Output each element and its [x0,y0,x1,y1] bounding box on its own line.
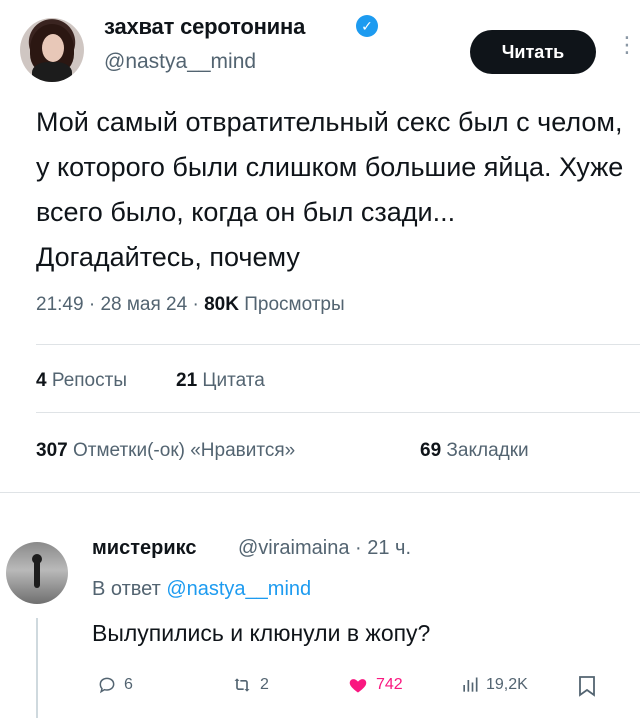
views-count-reply: 19,2K [486,676,528,693]
bookmark-icon [579,676,595,697]
tweet-date: 28 мая 24 [100,294,188,315]
bookmarks-label: Закладки [446,440,529,461]
thread-line [36,618,38,718]
heart-icon [349,679,367,693]
bookmarks-count: 69 [420,440,442,461]
avatar-figure [34,558,40,588]
views-action[interactable]: 19,2K [460,675,528,695]
divider [36,412,640,413]
author-name[interactable]: захват серотонина [104,14,305,40]
author-handle[interactable]: @nastya__mind [104,50,256,74]
reply-author-handle[interactable]: @viraimaina [238,537,349,559]
retweet-icon [234,678,250,692]
bookmarks-stat[interactable]: 69 Закладки [420,440,529,462]
tweet-time: 21:49 [36,294,84,315]
likes-stat[interactable]: 307 Отметки(-ок) «Нравится» [36,440,295,462]
avatar-face [42,34,64,62]
follow-button[interactable]: Читать [470,30,596,74]
retweet-action[interactable]: 2 [230,675,269,695]
reply-prefix: В ответ [92,578,161,600]
meta-separator: · [355,537,362,559]
reply-author-name[interactable]: мистерикс [92,537,197,560]
views-count: 80K [204,294,239,315]
quotes-label: Цитата [202,370,265,391]
divider [0,492,640,493]
reply-icon [99,677,115,694]
bookmark-action[interactable] [578,675,596,697]
reply-time[interactable]: 21 ч. [367,537,411,559]
tweet-meta: 21:49 · 28 мая 24 · 80K Просмотры [36,294,345,316]
avatar-body [32,62,72,82]
more-icon[interactable]: ⋮ [616,34,638,56]
tweet-text: Мой самый отвратительный секс был с чело… [36,107,624,272]
like-action[interactable]: 742 [346,675,403,695]
author-avatar[interactable] [20,18,84,82]
likes-label: Отметки(-ок) «Нравится» [72,440,296,461]
reply-count: 6 [124,676,133,693]
reposts-stat[interactable]: 4 Репосты [36,370,127,392]
quotes-count: 21 [176,370,198,391]
meta-separator: · [88,294,96,315]
retweet-count: 2 [260,676,269,693]
likes-count: 307 [36,440,68,461]
reply-context: В ответ @nastya__mind [92,578,311,601]
reply-to-link[interactable]: @nastya__mind [166,578,311,600]
reposts-count: 4 [36,370,47,391]
reply-avatar[interactable] [6,542,68,604]
views-label: Просмотры [244,294,345,315]
verified-icon: ✓ [356,15,378,37]
reply-author-meta: @viraimaina · 21 ч. [238,537,411,560]
views-icon [463,677,478,692]
meta-separator: · [192,294,199,315]
quotes-stat[interactable]: 21 Цитата [176,370,265,392]
reply-action[interactable]: 6 [96,675,133,695]
reply-text: Вылупились и клюнули в жопу? [92,620,431,646]
divider [36,344,640,345]
reposts-label: Репосты [51,370,127,391]
like-count: 742 [376,676,403,693]
